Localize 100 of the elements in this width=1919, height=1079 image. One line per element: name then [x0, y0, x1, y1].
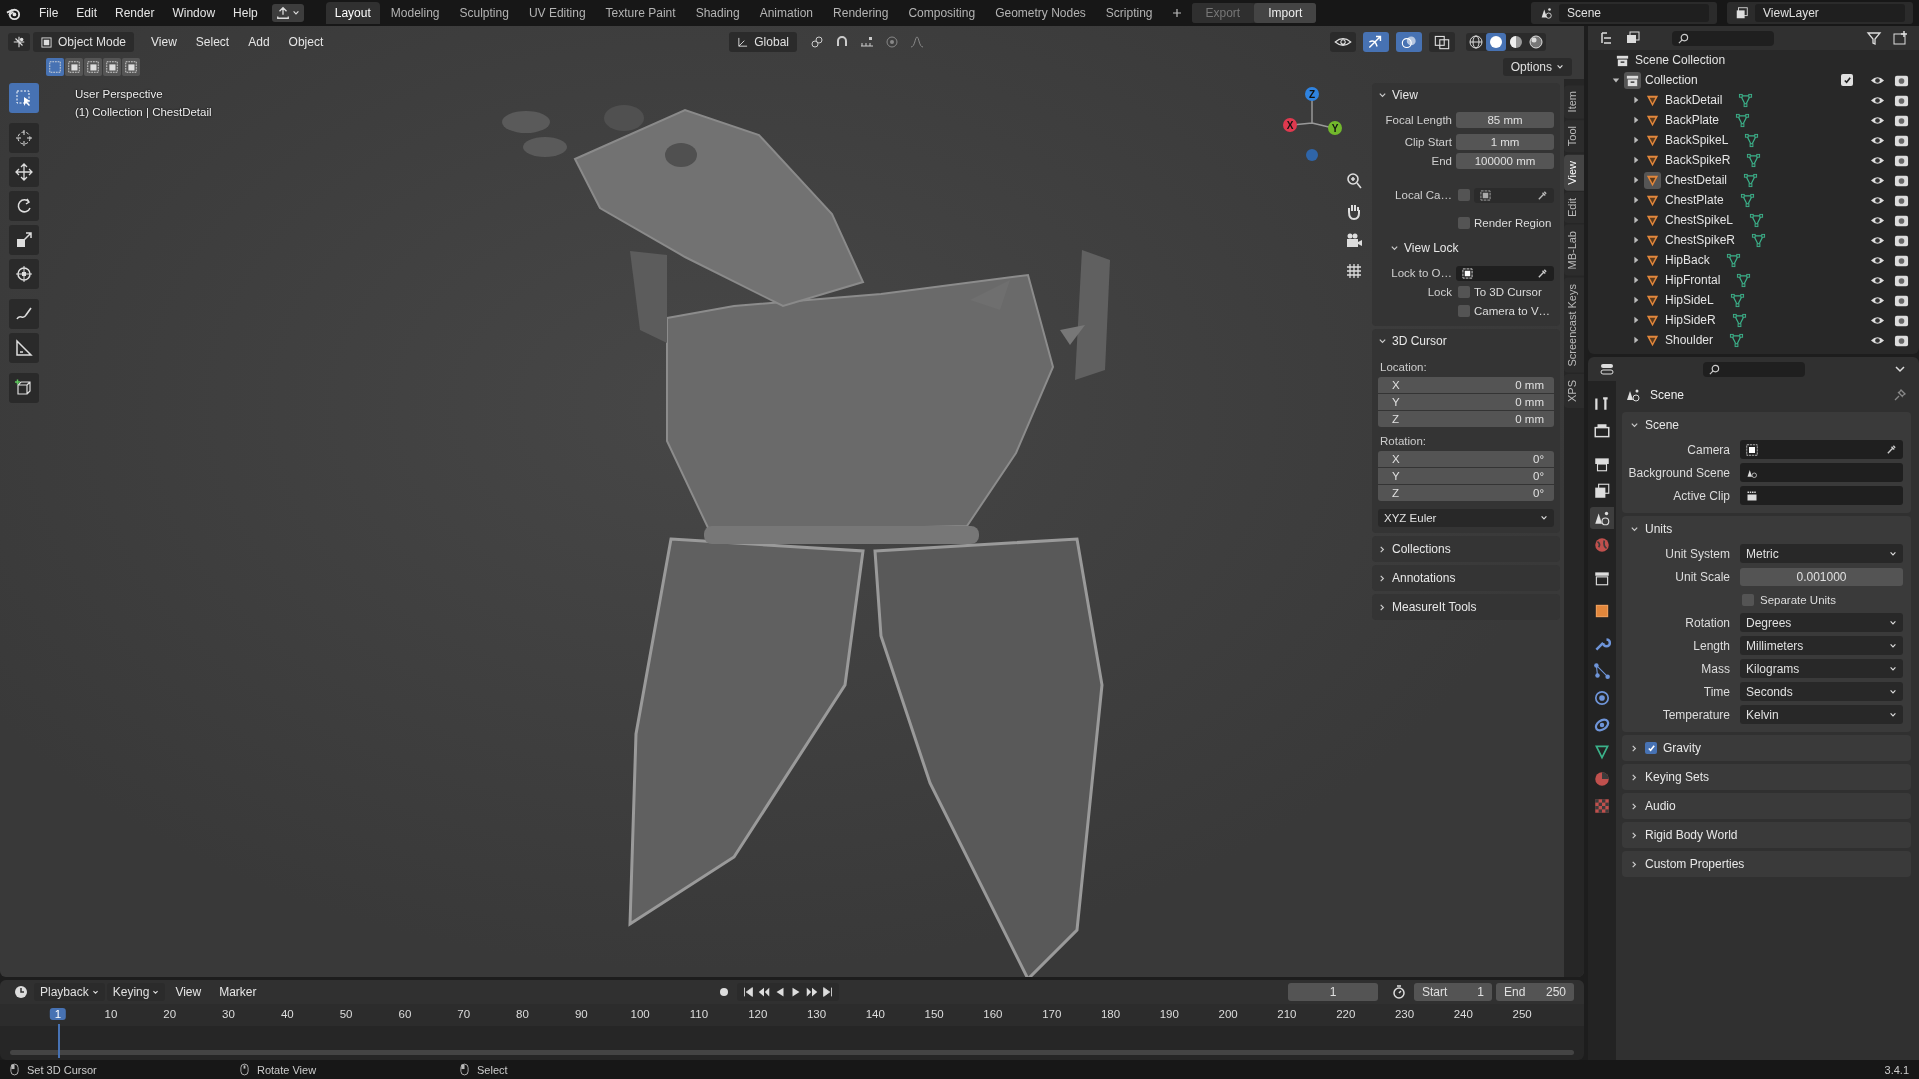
selection-mode-icon[interactable]	[103, 58, 121, 76]
mesh-data-icon[interactable]	[1739, 192, 1755, 208]
dropdown[interactable]: Metric	[1740, 544, 1903, 563]
number-field[interactable]: X 0 mm	[1378, 377, 1554, 393]
outliner-item[interactable]: BackSpikeR	[1665, 153, 1731, 167]
pencil-icon[interactable]	[9, 299, 39, 329]
outliner-item[interactable]: ChestSpikeR	[1665, 233, 1736, 247]
editor-type-icon[interactable]	[1599, 361, 1615, 377]
wireframe-sphere-icon[interactable]	[1466, 33, 1486, 51]
workspace-tab[interactable]: Rendering	[824, 2, 898, 24]
workspace-tab[interactable]: Shading	[686, 2, 749, 24]
eyedropper-icon[interactable]	[1537, 267, 1548, 279]
checkbox[interactable]	[1458, 305, 1470, 317]
outliner-item[interactable]: HipSideL	[1665, 293, 1714, 307]
outliner-item[interactable]: HipBack	[1665, 253, 1710, 267]
outliner-item[interactable]: Scene Collection	[1635, 53, 1726, 67]
dropdown[interactable]: Seconds	[1740, 682, 1903, 701]
search-field[interactable]	[1702, 361, 1805, 377]
workspace-tab[interactable]: Compositing	[899, 2, 985, 24]
mesh-data-icon[interactable]	[1749, 212, 1765, 228]
menu-item[interactable]: Marker	[211, 983, 265, 1001]
menu-item[interactable]: Select	[187, 33, 238, 51]
panel-header[interactable]: 3D Cursor	[1372, 329, 1560, 353]
outliner-item[interactable]: Shoulder	[1665, 333, 1714, 347]
cursor-icon[interactable]	[9, 123, 39, 153]
workspace-tab[interactable]: UV Editing	[519, 2, 595, 24]
timeline-scrollbar[interactable]	[10, 1050, 1574, 1055]
panel-header[interactable]: Audio	[1622, 793, 1911, 819]
move-arrows-icon[interactable]	[9, 157, 39, 187]
pin-icon[interactable]	[1892, 387, 1908, 403]
sidebar-tab[interactable]: Screencast Keys	[1564, 277, 1584, 373]
panel-header[interactable]: Keying Sets	[1622, 764, 1911, 790]
menu-item[interactable]: Render	[107, 4, 163, 22]
transform-icon[interactable]	[9, 259, 39, 289]
ruler-icon[interactable]	[9, 333, 39, 363]
checkbox[interactable]	[1841, 74, 1853, 86]
workspace-tab[interactable]: Texture Paint	[596, 2, 685, 24]
mesh-data-icon[interactable]	[1735, 112, 1751, 128]
expand-arrow-icon[interactable]	[1632, 316, 1640, 324]
grid-icon[interactable]	[1344, 261, 1364, 281]
expand-arrow-icon[interactable]	[1632, 96, 1640, 104]
outliner-item[interactable]: BackSpikeL	[1665, 133, 1729, 147]
search-field[interactable]	[1672, 30, 1774, 46]
expand-arrow-icon[interactable]	[1632, 176, 1640, 184]
outliner-item[interactable]: HipFrontal	[1665, 273, 1721, 287]
dropdown[interactable]: Millimeters	[1740, 636, 1903, 655]
number-field[interactable]: X 0°	[1378, 451, 1554, 467]
axis-gizmo[interactable]: Z X Y	[1278, 83, 1348, 163]
panel-header[interactable]: Gravity	[1622, 735, 1911, 761]
expand-arrow-icon[interactable]	[1632, 196, 1640, 204]
object-field[interactable]	[1456, 265, 1554, 281]
snap-increment-icon[interactable]	[858, 34, 875, 50]
view-layer-selector[interactable]: ViewLayer	[1727, 2, 1913, 24]
upload-button[interactable]	[271, 4, 304, 22]
options-dropdown[interactable]: Options	[1502, 58, 1572, 76]
number-field[interactable]: 85 mm	[1456, 112, 1554, 128]
expand-arrow-icon[interactable]	[1632, 256, 1640, 264]
menu-item[interactable]: View	[143, 33, 185, 51]
add-icon[interactable]	[1171, 8, 1182, 18]
mesh-data-icon[interactable]	[1731, 312, 1747, 328]
outliner-item[interactable]: Collection	[1645, 73, 1698, 87]
panel-header[interactable]: Units	[1622, 516, 1911, 542]
panel-header[interactable]: MeasureIt Tools	[1372, 594, 1560, 620]
stopwatch-icon[interactable]	[1391, 984, 1407, 1000]
scale-icon[interactable]	[9, 225, 39, 255]
expand-arrow-icon[interactable]	[1632, 116, 1640, 124]
outliner-item[interactable]: ChestSpikeL	[1665, 213, 1734, 227]
selection-mode-icon[interactable]	[65, 58, 83, 76]
sidebar-tab[interactable]: XPS	[1564, 374, 1584, 409]
zoom-icon[interactable]	[1344, 171, 1364, 191]
menu-item[interactable]: File	[31, 4, 67, 22]
import-button[interactable]: Import	[1254, 3, 1317, 23]
select-box-icon[interactable]	[9, 83, 39, 113]
rotate-icon[interactable]	[9, 191, 39, 221]
sidebar-tab[interactable]: Edit	[1564, 192, 1584, 224]
pivot-icon[interactable]	[808, 34, 825, 50]
workspace-tab[interactable]: Scripting	[1096, 2, 1162, 24]
rotation-mode-dropdown[interactable]: XYZ Euler	[1378, 509, 1554, 527]
number-field[interactable]: Y 0 mm	[1378, 394, 1554, 410]
mesh-data-icon[interactable]	[1746, 152, 1762, 168]
menu-item[interactable]: View	[167, 983, 210, 1001]
workspace-tab[interactable]: Modeling	[381, 2, 449, 24]
next-keyframe-icon[interactable]	[805, 985, 820, 999]
outliner-item[interactable]: HipSideR	[1665, 313, 1716, 327]
new-collection-icon[interactable]	[1892, 30, 1908, 46]
number-field[interactable]: 1 mm	[1456, 134, 1554, 150]
number-field[interactable]: Z 0 mm	[1378, 411, 1554, 427]
xray-icon[interactable]	[1429, 32, 1455, 52]
panel-header[interactable]: Rigid Body World	[1622, 822, 1911, 848]
mesh-data-icon[interactable]	[1738, 92, 1754, 108]
menu-item[interactable]: Window	[164, 4, 224, 22]
sidebar-tab[interactable]: Item	[1564, 85, 1584, 119]
clock-editor-icon[interactable]	[13, 984, 29, 1000]
menu-item[interactable]: Help	[225, 4, 266, 22]
outliner-item[interactable]: BackPlate	[1665, 113, 1720, 127]
image-stack-icon[interactable]	[1625, 30, 1641, 46]
gizmo-icon[interactable]	[1363, 32, 1389, 52]
scene-icon[interactable]	[1590, 507, 1614, 529]
jump-start-icon[interactable]	[741, 985, 756, 999]
object-field[interactable]	[1474, 187, 1554, 203]
